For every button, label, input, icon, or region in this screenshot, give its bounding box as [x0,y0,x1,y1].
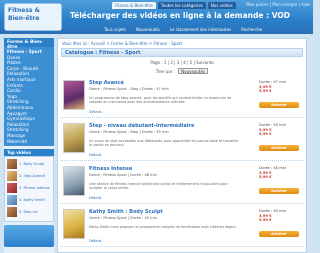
video-item: Step - niveau débutant-intermédiaire Gen… [61,121,303,161]
sidebar: Forme & Bien-être Fitness - Sport Danse … [4,38,54,253]
video-thumbnail[interactable] [7,183,17,194]
subnav-all[interactable]: Tous sujets [104,27,126,32]
video-thumbnail[interactable] [63,209,85,239]
video-meta: Genre : Fitness Sport | Durée : 48 min [89,173,157,177]
video-title[interactable]: Fitness Intense [89,166,132,172]
pagination[interactable]: Page : 1 | 2 | 3 | 4 | 5 | Suivante [58,60,306,65]
video-thumbnail[interactable] [7,195,17,206]
list-item-label[interactable]: 5. Step Int. [19,210,38,214]
details-link[interactable]: Détails [89,239,101,243]
header-banner: Fitness & Bien-être Fitness & Bien-être … [0,0,313,34]
list-item-label[interactable]: 2. Step Avancé [19,174,45,178]
details-link[interactable]: Détails [89,153,101,157]
subnav-new[interactable]: Nouveautés [136,27,160,32]
list-item-label[interactable]: 1. Body Sculpt [19,162,44,166]
video-thumbnail[interactable] [7,207,17,218]
list-item[interactable]: 4. Kathy Smith [7,195,51,206]
video-title[interactable]: Step Avancé [89,80,124,86]
subnav-ranking[interactable]: Le classement des internautes [170,27,231,32]
buy-button[interactable]: Acheter [259,145,299,151]
price: 3,99 € [259,84,272,89]
price-alt: 5,99 € [259,132,272,137]
tab-all-categories[interactable]: Toutes les catégories [157,2,206,9]
buy-button[interactable]: Acheter [259,188,299,194]
video-meta: Genre : Fitness Sport - Step | Durée : 5… [89,130,169,134]
top-tabs: Fitness & Bien-être Toutes les catégorie… [112,2,236,9]
list-item-label[interactable]: 4. Kathy Smith [19,198,45,202]
video-thumbnail[interactable] [7,171,17,182]
tab-videos[interactable]: Nos vidéos [207,2,236,9]
video-meta: Genre : Fitness Sport - Step | Durée : 5… [89,87,169,91]
sidebar-item[interactable]: Maternité [7,139,51,145]
category-list: Fitness - Sport Danse Pilates Corps - Be… [4,47,54,147]
details-link[interactable]: Détails [89,196,101,200]
video-description: Un cours de step accessible aux débutant… [89,139,239,148]
price-box: Durée : 45 min 3,99 € 5,99 € [259,209,299,223]
site-title: Télécharger des vidéos en ligne à la dem… [70,11,290,20]
video-title[interactable]: Kathy Smith : Body Sculpt [89,209,163,215]
buy-button[interactable]: Acheter [259,231,299,237]
list-item[interactable]: 5. Step Int. [7,207,51,218]
video-description: Un programme de step avancé, pour les sp… [89,96,232,105]
sub-navigation: Tous sujets Nouveautés Le classement des… [0,24,313,34]
account-links[interactable]: Mon panier | Mon compte | Aide [246,2,310,7]
breadcrumb[interactable]: Vous êtes ici : Accueil > Forme & Bien-ê… [58,39,306,48]
price: 3,99 € [259,170,272,175]
video-title[interactable]: Step - niveau débutant-intermédiaire [89,123,194,129]
price: 3,99 € [259,213,272,218]
list-item[interactable]: 1. Body Sculpt [7,159,51,170]
sort-select[interactable]: Nouveautés [178,68,209,74]
top-videos-box: 1. Body Sculpt 2. Step Avancé 3. Fitness… [4,156,54,223]
video-item: Fitness Intense Genre : Fitness Sport | … [61,164,303,204]
main-content: Vous êtes ici : Accueil > Forme & Bien-ê… [57,38,307,253]
video-description: Une séance de fitness intense combinant … [89,182,228,191]
sort-row: Trier par : Nouveautés [58,68,306,74]
video-meta: Genre : Fitness Sport | Durée : 45 min [89,216,157,220]
list-item-label[interactable]: 3. Fitness Intense [19,186,50,190]
price-alt: 5,99 € [259,89,272,94]
price-box: Durée : 57 min 3,99 € 5,99 € [259,80,299,94]
video-thumbnail[interactable] [63,123,85,153]
list-item[interactable]: 3. Fitness Intense [7,183,51,194]
video-description: Kathy Smith vous propose un programme co… [89,225,237,229]
subnav-search[interactable]: Recherche [241,27,262,32]
buy-button[interactable]: Acheter [259,102,299,108]
price-alt: 5,99 € [259,218,272,223]
price-box: Durée : 55 min 3,99 € 5,99 € [259,123,299,137]
page-title: Catalogue : Fitness - Sport [61,48,303,57]
price: 3,99 € [259,127,272,132]
video-thumbnail[interactable] [63,166,85,196]
video-item: Step Avancé Genre : Fitness Sport - Step… [61,78,303,118]
list-item[interactable]: 2. Step Avancé [7,171,51,182]
video-list: Step Avancé Genre : Fitness Sport - Step… [61,78,303,247]
price-box: Durée : 48 min 3,99 € 5,99 € [259,166,299,180]
video-thumbnail[interactable] [63,80,85,110]
promo-banner[interactable] [4,225,54,248]
details-link[interactable]: Détails [89,110,101,114]
video-thumbnail[interactable] [7,159,17,170]
top-videos-heading: Top vidéos [4,149,54,157]
video-item: Kathy Smith : Body Sculpt Genre : Fitnes… [61,207,303,247]
sidebar-heading: Forme & Bien-être [4,38,54,50]
sort-label: Trier par : [155,68,176,74]
tab-fitness[interactable]: Fitness & Bien-être [112,2,156,9]
price-alt: 5,99 € [259,175,272,180]
